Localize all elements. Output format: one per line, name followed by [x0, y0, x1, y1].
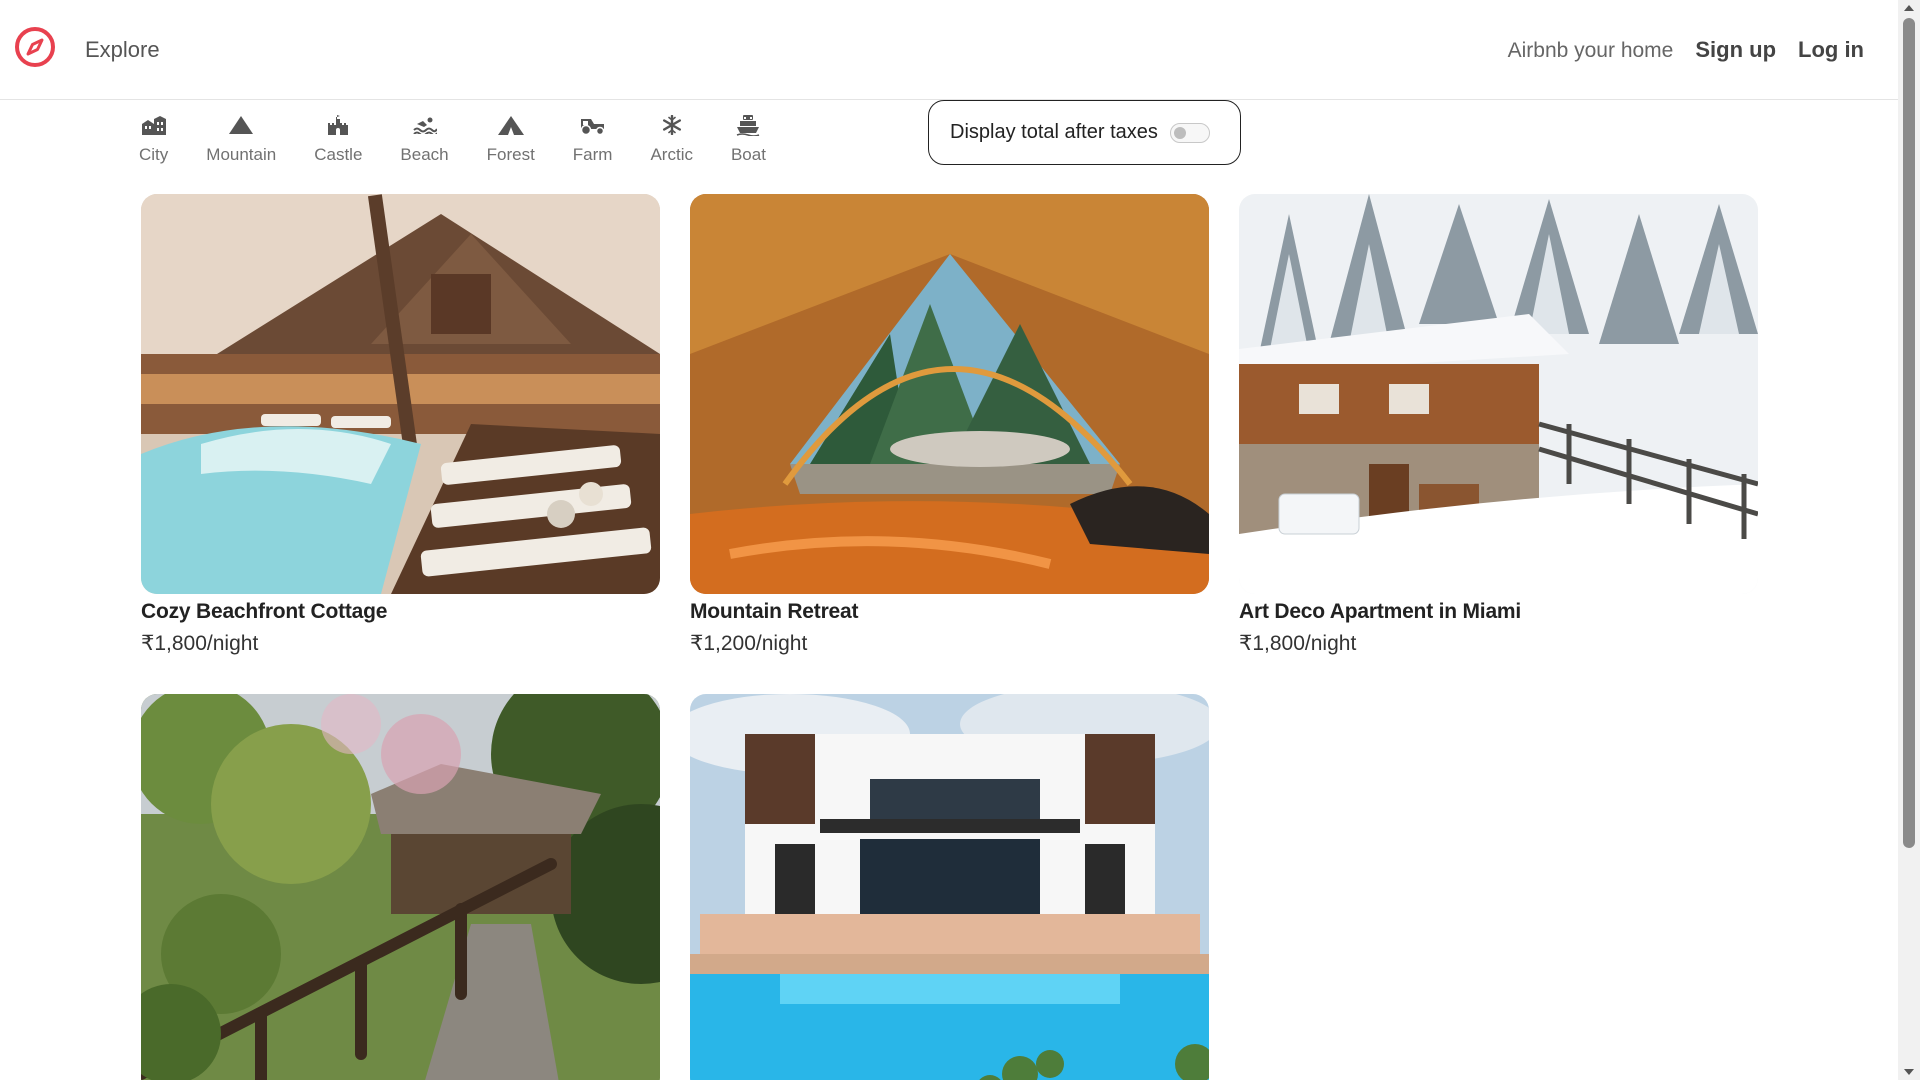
filter-city[interactable]: City — [139, 112, 168, 165]
signup-link[interactable]: Sign up — [1695, 37, 1776, 63]
modern-villa-pool-photo[interactable] — [690, 694, 1209, 1080]
filter-arctic[interactable]: Arctic — [650, 112, 693, 165]
listing-card[interactable] — [141, 694, 660, 1080]
ship-icon — [736, 112, 760, 138]
filter-label: Arctic — [650, 145, 693, 164]
tax-toggle-label: Display total after taxes — [950, 121, 1158, 143]
login-link[interactable]: Log in — [1798, 37, 1864, 63]
explore-link[interactable]: Explore — [85, 37, 160, 63]
scroll-up-arrow-icon[interactable] — [1904, 5, 1914, 11]
tax-switch[interactable] — [1169, 122, 1210, 143]
filter-beach[interactable]: Beach — [400, 112, 449, 165]
listing-card[interactable]: Cozy Beachfront Cottage ₹1,800/night — [141, 194, 660, 656]
listing-title: Art Deco Apartment in Miami — [1239, 600, 1522, 623]
filter-label: City — [139, 145, 169, 164]
filter-label: Castle — [314, 145, 363, 164]
filter-mountain[interactable]: Mountain — [206, 112, 276, 165]
beach-swimmer-icon — [412, 112, 437, 138]
snowy-chalet-photo[interactable] — [1239, 194, 1758, 594]
nav-actions: Airbnb your home Sign up Log in — [1508, 37, 1864, 63]
listing-price: ₹1,200/night — [690, 632, 808, 655]
filter-label: Mountain — [206, 145, 277, 164]
resort-pool-cottage-photo[interactable] — [141, 194, 660, 594]
compass-logo-icon[interactable] — [14, 26, 56, 68]
snowflake-icon — [662, 112, 682, 138]
listing-card[interactable]: Mountain Retreat ₹1,200/night — [690, 194, 1209, 656]
scroll-down-arrow-icon[interactable] — [1904, 1069, 1914, 1075]
farm-tractor-icon — [579, 112, 607, 138]
category-filters: City Mountain Castle Beach Forest Farm A… — [139, 112, 804, 165]
host-link[interactable]: Airbnb your home — [1508, 39, 1674, 63]
mountain-icon — [229, 112, 254, 138]
listing-card[interactable]: Art Deco Apartment in Miami ₹1,800/night — [1239, 194, 1758, 656]
filter-label: Beach — [400, 145, 449, 164]
filter-label: Forest — [486, 145, 535, 164]
filter-castle[interactable]: Castle — [314, 112, 362, 165]
listing-card[interactable] — [690, 694, 1209, 1080]
page-scrollbar[interactable] — [1898, 0, 1920, 1080]
forest-tent-icon — [497, 112, 524, 138]
filter-forest[interactable]: Forest — [487, 112, 535, 165]
top-navbar: Explore Airbnb your home Sign up Log in — [0, 0, 1898, 100]
listing-title: Mountain Retreat — [690, 600, 859, 623]
filter-label: Farm — [572, 145, 613, 164]
castle-icon — [327, 112, 349, 138]
listing-title: Cozy Beachfront Cottage — [141, 600, 388, 623]
listing-price: ₹1,800/night — [141, 632, 259, 655]
filter-boat[interactable]: Boat — [731, 112, 766, 165]
filter-label: Boat — [730, 145, 766, 164]
filter-farm[interactable]: Farm — [572, 112, 613, 165]
switch-knob — [1173, 126, 1186, 139]
tent-forest-view-photo[interactable] — [690, 194, 1209, 594]
display-total-toggle[interactable]: Display total after taxes — [928, 100, 1241, 165]
city-icon — [141, 112, 167, 138]
scrollbar-thumb[interactable] — [1903, 18, 1915, 848]
garden-path-cabin-photo[interactable] — [141, 694, 660, 1080]
listing-price: ₹1,800/night — [1239, 632, 1357, 655]
